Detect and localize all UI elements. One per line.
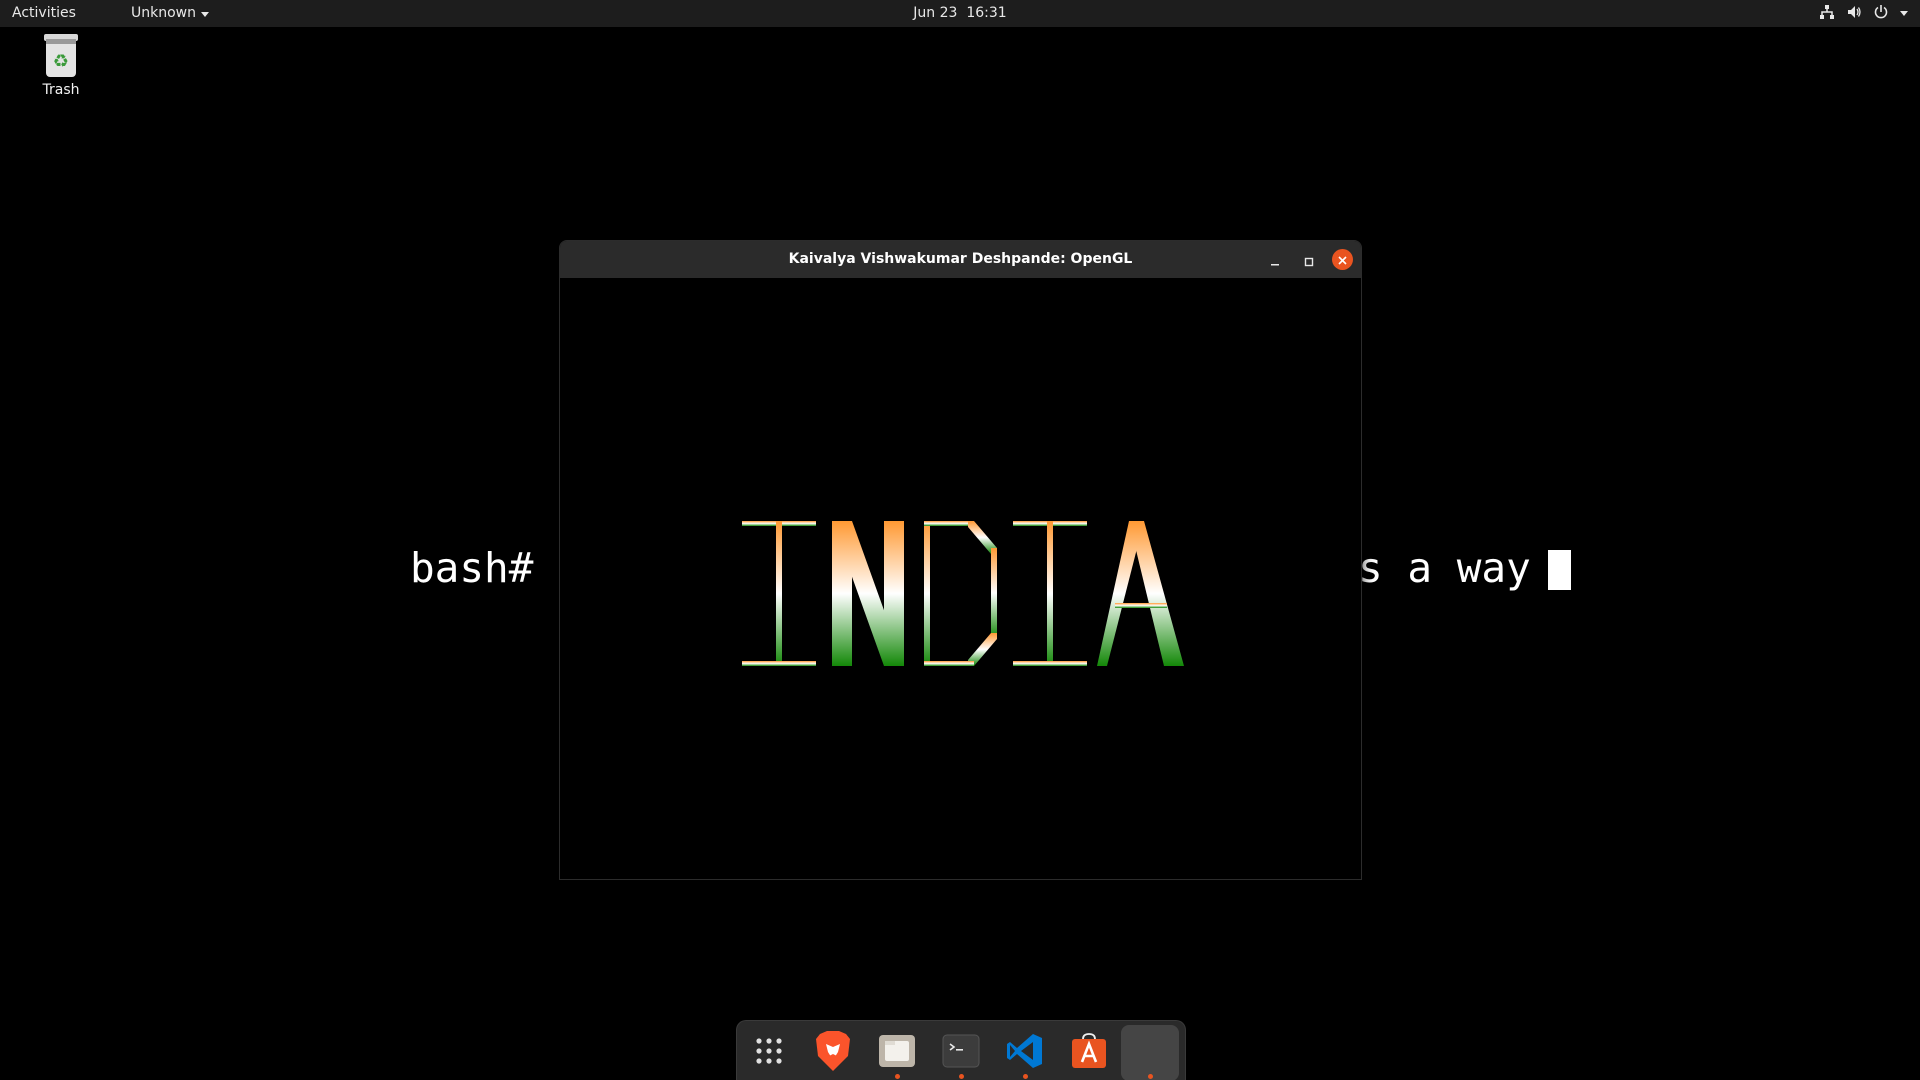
opengl-app-launcher[interactable]: [1121, 1025, 1179, 1080]
clock-time: 16:31: [966, 5, 1007, 21]
software-store-icon: [1072, 1033, 1106, 1068]
close-icon: [1338, 256, 1347, 265]
window-title: Kaivalya Vishwakumar Deshpande: OpenGL: [788, 251, 1133, 267]
desktop: Activities Unknown Jun 23 16:31 ♻ Trash …: [0, 0, 1920, 1080]
app-menu[interactable]: Unknown: [131, 5, 209, 21]
minimize-button[interactable]: [1265, 250, 1285, 270]
clock-button[interactable]: Jun 23 16:31: [913, 5, 1006, 21]
opengl-canvas[interactable]: [560, 278, 1361, 879]
running-indicator: [959, 1074, 964, 1079]
terminal-prompt: bash#: [410, 544, 534, 592]
brave-lion-icon: [816, 1031, 850, 1071]
network-icon: [1819, 4, 1835, 20]
vscode-icon: [1007, 1034, 1042, 1068]
files-launcher[interactable]: [875, 1029, 919, 1079]
activities-button[interactable]: Activities: [12, 5, 76, 21]
window-titlebar[interactable]: Kaivalya Vishwakumar Deshpande: OpenGL: [560, 241, 1361, 278]
maximize-button[interactable]: [1299, 250, 1319, 270]
vscode-launcher[interactable]: [1003, 1029, 1047, 1079]
show-applications-button[interactable]: [747, 1029, 791, 1073]
chevron-down-icon: [1900, 10, 1908, 16]
app-grid-icon: [756, 1038, 782, 1064]
running-indicator: [1023, 1074, 1028, 1079]
maximize-icon: [1304, 257, 1314, 267]
close-button[interactable]: [1332, 249, 1353, 270]
letter-i-1: [742, 521, 816, 666]
svg-text:♻: ♻: [53, 51, 69, 72]
letter-a: [1097, 521, 1184, 666]
chevron-down-icon: [201, 11, 209, 17]
india-rendering: [742, 521, 1184, 666]
trash-label: Trash: [42, 82, 80, 98]
power-icon: [1873, 4, 1889, 20]
opengl-window[interactable]: Kaivalya Vishwakumar Deshpande: OpenGL: [559, 240, 1362, 880]
terminal-icon: [942, 1034, 980, 1068]
terminal-launcher[interactable]: [939, 1029, 983, 1079]
trash-desktop-icon[interactable]: ♻ Trash: [26, 33, 96, 98]
brave-browser-launcher[interactable]: [811, 1029, 855, 1073]
app-menu-label: Unknown: [131, 5, 196, 21]
clock: Jun 23 16:31: [0, 5, 1920, 21]
system-status-area[interactable]: [1819, 4, 1908, 20]
running-indicator: [895, 1074, 900, 1079]
running-indicator: [1148, 1074, 1153, 1079]
letter-d: [924, 521, 997, 666]
volume-icon: [1846, 4, 1862, 20]
clock-date: Jun 23: [913, 5, 958, 21]
terminal-cursor: [1548, 550, 1571, 590]
letter-i-2: [1013, 521, 1087, 666]
software-launcher[interactable]: [1067, 1029, 1111, 1073]
letter-n: [832, 521, 904, 666]
minimize-icon: [1271, 264, 1279, 266]
india-letters: [742, 521, 1184, 666]
top-bar: Activities Unknown Jun 23 16:31: [0, 0, 1920, 27]
trash-icon: ♻: [44, 34, 78, 77]
terminal-text: s a way: [1358, 544, 1531, 592]
folder-icon: [879, 1035, 915, 1067]
dock: [736, 1020, 1186, 1080]
